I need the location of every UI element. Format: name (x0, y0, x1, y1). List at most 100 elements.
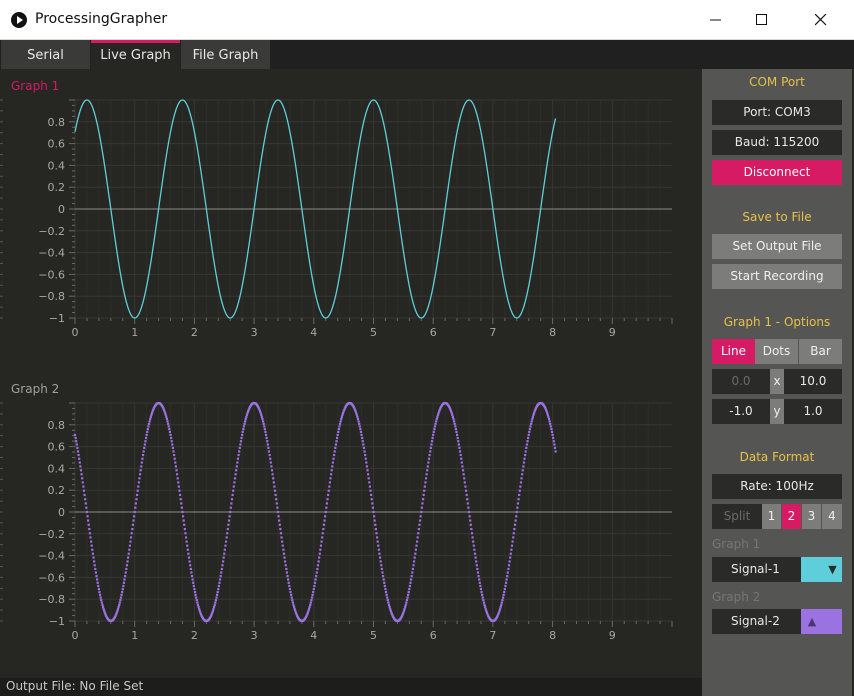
save-to-file-heading: Save to File (742, 210, 812, 224)
series-dot (464, 485, 467, 488)
graph1-plot[interactable]: 0.8 0.6 0.4 0.2 0 −0.2 −0.4 −0.6 −0.8 −1 0 1 2 3 4 5 6 7 8… (0, 69, 702, 369)
chevron-up-icon[interactable]: ▲ (801, 609, 823, 634)
disconnect-button[interactable]: Disconnect (712, 160, 842, 185)
series-dot (76, 446, 79, 450)
series-dot (224, 544, 227, 547)
series-dot (233, 481, 236, 484)
minimize-button[interactable] (693, 0, 739, 40)
series-dot (338, 422, 342, 425)
series-dot (523, 457, 526, 460)
x-min-input[interactable]: 0.0 (712, 369, 770, 394)
close-button[interactable] (798, 0, 844, 40)
dots-style-button[interactable]: Dots (755, 339, 798, 364)
series-dot (280, 536, 283, 539)
graph2-signal-dropdown[interactable]: Signal-2 ▲ (712, 609, 842, 634)
start-recording-button[interactable]: Start Recording (712, 264, 842, 289)
series-dot (367, 473, 370, 476)
tab-file-graph[interactable]: File Graph (181, 40, 270, 69)
series-dot (287, 581, 290, 584)
series-dot (275, 498, 278, 501)
series-dot (529, 425, 532, 428)
series-dot (271, 473, 274, 476)
series-dot (414, 552, 417, 555)
series-dot (228, 515, 231, 518)
x-max-input[interactable]: 10.0 (784, 369, 842, 394)
series-dot (187, 556, 191, 559)
line-style-button[interactable]: Line (712, 339, 755, 364)
series-dot (121, 587, 124, 591)
series-dot (196, 603, 200, 607)
bar-style-button[interactable]: Bar (799, 339, 842, 364)
series-dot (522, 461, 526, 464)
series-dot (275, 502, 278, 505)
graph2-color-swatch[interactable] (823, 609, 842, 634)
split-button[interactable]: Split (712, 504, 762, 529)
series-dot (239, 440, 243, 443)
tab-serial[interactable]: Serial (1, 40, 90, 69)
series-dot (238, 446, 241, 450)
x-tick-label: 0 (72, 326, 79, 339)
series-dot (95, 578, 99, 581)
y-tick-label: −0.6 (38, 571, 65, 584)
series-dot (388, 606, 391, 609)
graph1-color-swatch[interactable] (801, 557, 823, 582)
series-dot (552, 436, 555, 440)
com-port-heading: COM Port (749, 75, 805, 89)
series-dot (418, 523, 421, 526)
series-dot (101, 603, 104, 607)
series-dot (458, 446, 461, 450)
tab-live-graph[interactable]: Live Graph (91, 40, 180, 69)
series-dot (278, 519, 281, 522)
series-dot (327, 489, 330, 492)
series-dot (190, 574, 194, 578)
series-dot (374, 523, 377, 526)
series-dot (227, 519, 231, 522)
series-dot (90, 540, 93, 543)
y-tick-label: 0.2 (48, 181, 66, 194)
split-option-2[interactable]: 2 (782, 504, 801, 529)
series-dot (189, 567, 192, 571)
series-dot (274, 493, 277, 497)
series-dot (371, 502, 374, 505)
graph2-plot[interactable]: 0.8 0.6 0.4 0.2 0 −0.2 −0.4 −0.6 −0.8 −1 0 1 2 3 4 5 6 7 8… (0, 372, 702, 672)
series-dot (318, 552, 321, 555)
series-dot (375, 536, 379, 539)
graph1-signal-dropdown[interactable]: Signal-1 ▼ (712, 557, 842, 582)
series-dot (123, 578, 126, 581)
series-dot (282, 552, 286, 555)
series-dot (404, 606, 407, 609)
series-dot (212, 608, 215, 611)
series-dot (546, 413, 549, 416)
set-output-file-button[interactable]: Set Output File (712, 234, 842, 259)
rate-button[interactable]: Rate: 100Hz (712, 474, 842, 499)
series-dot (358, 425, 361, 428)
y-max-input[interactable]: 1.0 (784, 399, 842, 424)
split-option-3[interactable]: 3 (802, 504, 821, 529)
series-dot (469, 519, 472, 522)
y-min-input[interactable]: -1.0 (712, 399, 770, 424)
series-dot (172, 450, 175, 453)
series-dot (408, 587, 411, 591)
baud-button[interactable]: Baud: 115200 (712, 130, 842, 155)
x-tick-label: 0 (72, 629, 79, 642)
series-dot (319, 548, 322, 551)
series-dot (471, 536, 474, 539)
series-dot (479, 584, 482, 588)
series-dot (99, 596, 102, 599)
port-button[interactable]: Port: COM3 (712, 100, 842, 125)
y-tick-label: 0.6 (48, 138, 66, 151)
series-dot (94, 567, 97, 571)
chevron-down-icon[interactable]: ▼ (823, 557, 842, 582)
series-dot (291, 599, 294, 602)
series-dot (173, 453, 176, 457)
series-dot (214, 601, 217, 604)
maximize-button[interactable] (739, 0, 785, 40)
series-dot (506, 571, 509, 574)
split-option-4[interactable]: 4 (822, 504, 842, 529)
series-dot (473, 552, 477, 555)
series-dot (186, 544, 189, 547)
split-option-1[interactable]: 1 (762, 504, 781, 529)
series-dot (308, 606, 311, 609)
series-dot (432, 430, 435, 434)
series-dot (432, 433, 435, 437)
